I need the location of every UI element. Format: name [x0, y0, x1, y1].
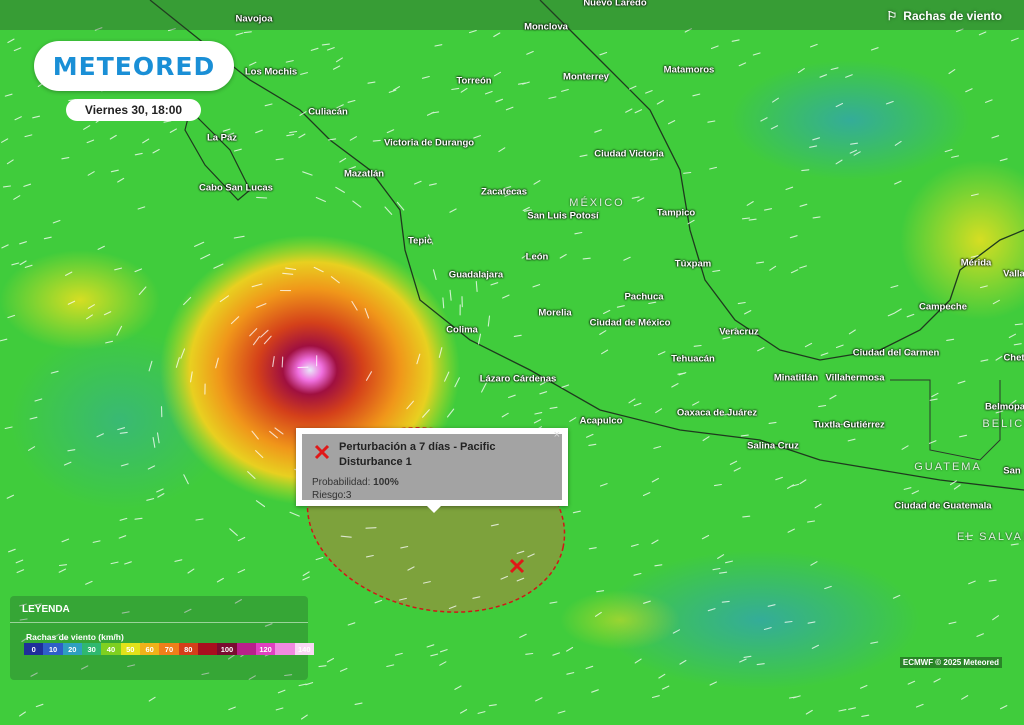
city-label: Guadalajara	[449, 270, 503, 281]
city-label: Ciudad de Guatemala	[894, 501, 991, 512]
city-label: Ciudad de México	[590, 318, 671, 329]
top-bar: ⚐ Rachas de viento	[0, 0, 1024, 30]
city-label: Veracruz	[719, 327, 759, 338]
city-label: Ciudad Victoria	[594, 149, 664, 160]
legend-stop	[275, 643, 294, 655]
city-label: Monterrey	[563, 72, 609, 83]
meteored-logo[interactable]: METEORED	[34, 41, 234, 91]
city-label: Mérida	[961, 258, 992, 269]
legend-stop: 30	[82, 643, 101, 655]
data-credit: ECMWF © 2025 Meteored	[900, 657, 1002, 668]
popup-close-button[interactable]: ×	[554, 429, 560, 441]
city-label: Chet	[1003, 353, 1024, 364]
city-label: Salina Cruz	[747, 441, 799, 452]
city-label: Nuevo Laredo	[583, 0, 646, 9]
disturbance-popup[interactable]: Perturbación a 7 días - Pacific Disturba…	[296, 428, 568, 506]
legend-stop: 10	[43, 643, 62, 655]
legend-stop: 60	[140, 643, 159, 655]
city-label: Mazatlán	[344, 169, 384, 180]
legend-stop	[198, 643, 217, 655]
country-label: EL SALVAD	[957, 531, 1024, 543]
legend-stop: 70	[159, 643, 178, 655]
disturbance-center-icon[interactable]	[508, 557, 526, 575]
city-label: Navojoa	[236, 14, 273, 25]
city-label: Belmopa	[985, 402, 1024, 413]
city-label: Tehuacán	[671, 354, 715, 365]
wind-gust-icon: ⚐	[887, 9, 898, 23]
legend-header[interactable]: LEYENDA	[10, 596, 308, 623]
legend-stop: 140	[295, 643, 314, 655]
country-label: MÉXICO	[569, 197, 624, 209]
legend-stop: 100	[217, 643, 236, 655]
city-label: Morelia	[538, 308, 571, 319]
city-label: San Luis Potosí	[527, 211, 598, 222]
city-label: Victoria de Durango	[384, 138, 474, 149]
city-label: Pachuca	[624, 292, 663, 303]
city-label: Cabo San Lucas	[199, 183, 273, 194]
popup-title: Perturbación a 7 días - Pacific Disturba…	[339, 440, 539, 470]
legend-color-scale: 01020304050607080 100 120 140	[24, 643, 314, 655]
city-label: Minatitlán	[774, 373, 818, 384]
disturbance-marker-icon	[314, 444, 330, 460]
city-label: Tampico	[657, 208, 695, 219]
city-label: Los Mochis	[245, 67, 297, 78]
logo-text: METEORED	[53, 52, 215, 81]
city-label: León	[526, 252, 549, 263]
layer-label: Rachas de viento	[903, 9, 1002, 23]
legend-stop: 80	[179, 643, 198, 655]
city-label: Villahermosa	[826, 373, 885, 384]
city-label: Monclova	[524, 22, 568, 33]
city-label: Tepic	[408, 236, 432, 247]
city-label: La Paz	[207, 133, 237, 144]
popup-probability: Probabilidad: 100%	[312, 477, 399, 488]
legend-stop: 40	[101, 643, 120, 655]
country-label: BELICE	[982, 418, 1024, 430]
legend-stop: 120	[256, 643, 275, 655]
legend-stop: 50	[121, 643, 140, 655]
legend-stop: 20	[63, 643, 82, 655]
city-label: Ciudad del Carmen	[853, 348, 940, 359]
popup-risk: Riesgo:3	[312, 490, 351, 501]
city-label: San	[1003, 466, 1020, 477]
country-label: GUATEMA	[914, 461, 982, 473]
city-label: Culiacán	[308, 107, 348, 118]
city-label: Colima	[446, 325, 478, 336]
legend-stop: 0	[24, 643, 43, 655]
legend-subtitle: Rachas de viento (km/h)	[26, 632, 124, 642]
city-label: Matamoros	[664, 65, 715, 76]
layer-selector[interactable]: ⚐ Rachas de viento	[887, 9, 1002, 23]
forecast-date[interactable]: Viernes 30, 18:00	[66, 99, 201, 121]
city-label: Campeche	[919, 302, 967, 313]
legend-title: LEYENDA	[22, 604, 70, 615]
city-label: Acapulco	[580, 416, 623, 427]
city-label: Oaxaca de Juárez	[677, 408, 757, 419]
city-label: Valla	[1003, 269, 1024, 280]
city-label: Lázaro Cárdenas	[480, 374, 557, 385]
city-label: Tuxtla Gutiérrez	[813, 420, 885, 431]
city-label: Túxpam	[675, 259, 711, 270]
city-label: Zacatecas	[481, 187, 527, 198]
legend-stop	[237, 643, 256, 655]
city-label: Torreón	[456, 76, 491, 87]
legend-panel: LEYENDA Rachas de viento (km/h) 01020304…	[10, 596, 308, 680]
